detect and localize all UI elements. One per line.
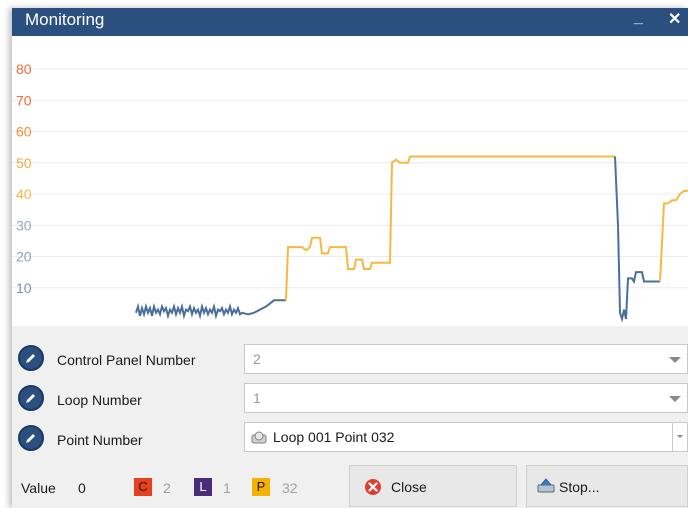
loop-number-value: 1	[253, 390, 261, 406]
value-label: Value	[21, 480, 56, 496]
title-bar: Monitoring _ ✕	[12, 8, 688, 36]
chevron-down-icon	[669, 357, 681, 363]
p-value: 32	[282, 480, 298, 496]
y-tick-label: 20	[16, 249, 32, 265]
c-value: 2	[163, 480, 171, 496]
close-window-button[interactable]: ✕	[668, 9, 681, 29]
y-tick-label: 50	[16, 155, 32, 171]
series-line-2	[614, 156, 660, 323]
y-tick-label: 60	[16, 124, 32, 140]
chevron-down-icon	[669, 396, 681, 402]
chevron-down-icon[interactable]	[672, 423, 687, 451]
window-title: Monitoring	[25, 10, 105, 29]
series-line-3	[659, 189, 688, 282]
pencil-icon[interactable]	[18, 385, 44, 411]
pencil-icon[interactable]	[18, 425, 44, 451]
loop-point-icon	[251, 430, 267, 449]
y-tick-label: 30	[16, 217, 32, 233]
series-line-1	[285, 155, 615, 301]
point-number-value: Loop 001 Point 032	[273, 429, 395, 445]
control-panel-select[interactable]: 2	[244, 344, 688, 374]
monitoring-window: Monitoring _ ✕ 80 70 60 50 40 30 20 10 Control …	[12, 8, 688, 508]
stop-button[interactable]: Stop...	[526, 465, 688, 507]
close-button[interactable]: Close	[349, 465, 517, 507]
y-tick-label: 40	[16, 186, 32, 202]
close-circle-icon	[364, 478, 382, 501]
stop-button-label: Stop...	[559, 479, 600, 495]
control-panel-label: Control Panel Number	[57, 352, 196, 368]
loop-number-select[interactable]: 1	[244, 383, 688, 413]
l-value: 1	[223, 480, 231, 496]
loop-number-label: Loop Number	[57, 392, 142, 408]
control-panel-value: 2	[253, 351, 261, 367]
l-badge: L	[194, 478, 212, 496]
close-button-label: Close	[391, 479, 427, 495]
y-tick-label: 80	[16, 61, 32, 77]
series-line-0	[135, 299, 286, 320]
p-badge: P	[252, 478, 270, 496]
monitoring-chart: 80 70 60 50 40 30 20 10	[12, 36, 688, 326]
y-tick-label: 10	[16, 280, 32, 296]
y-tick-label: 70	[16, 92, 32, 108]
point-number-label: Point Number	[57, 432, 143, 448]
minimize-button[interactable]: _	[634, 9, 643, 27]
value-readout: 0	[78, 480, 86, 496]
stop-icon	[536, 476, 556, 499]
chart-svg: 80 70 60 50 40 30 20 10	[12, 61, 688, 323]
c-badge: C	[134, 478, 152, 496]
pencil-icon[interactable]	[18, 345, 44, 371]
point-number-select[interactable]: Loop 001 Point 032	[244, 422, 688, 452]
